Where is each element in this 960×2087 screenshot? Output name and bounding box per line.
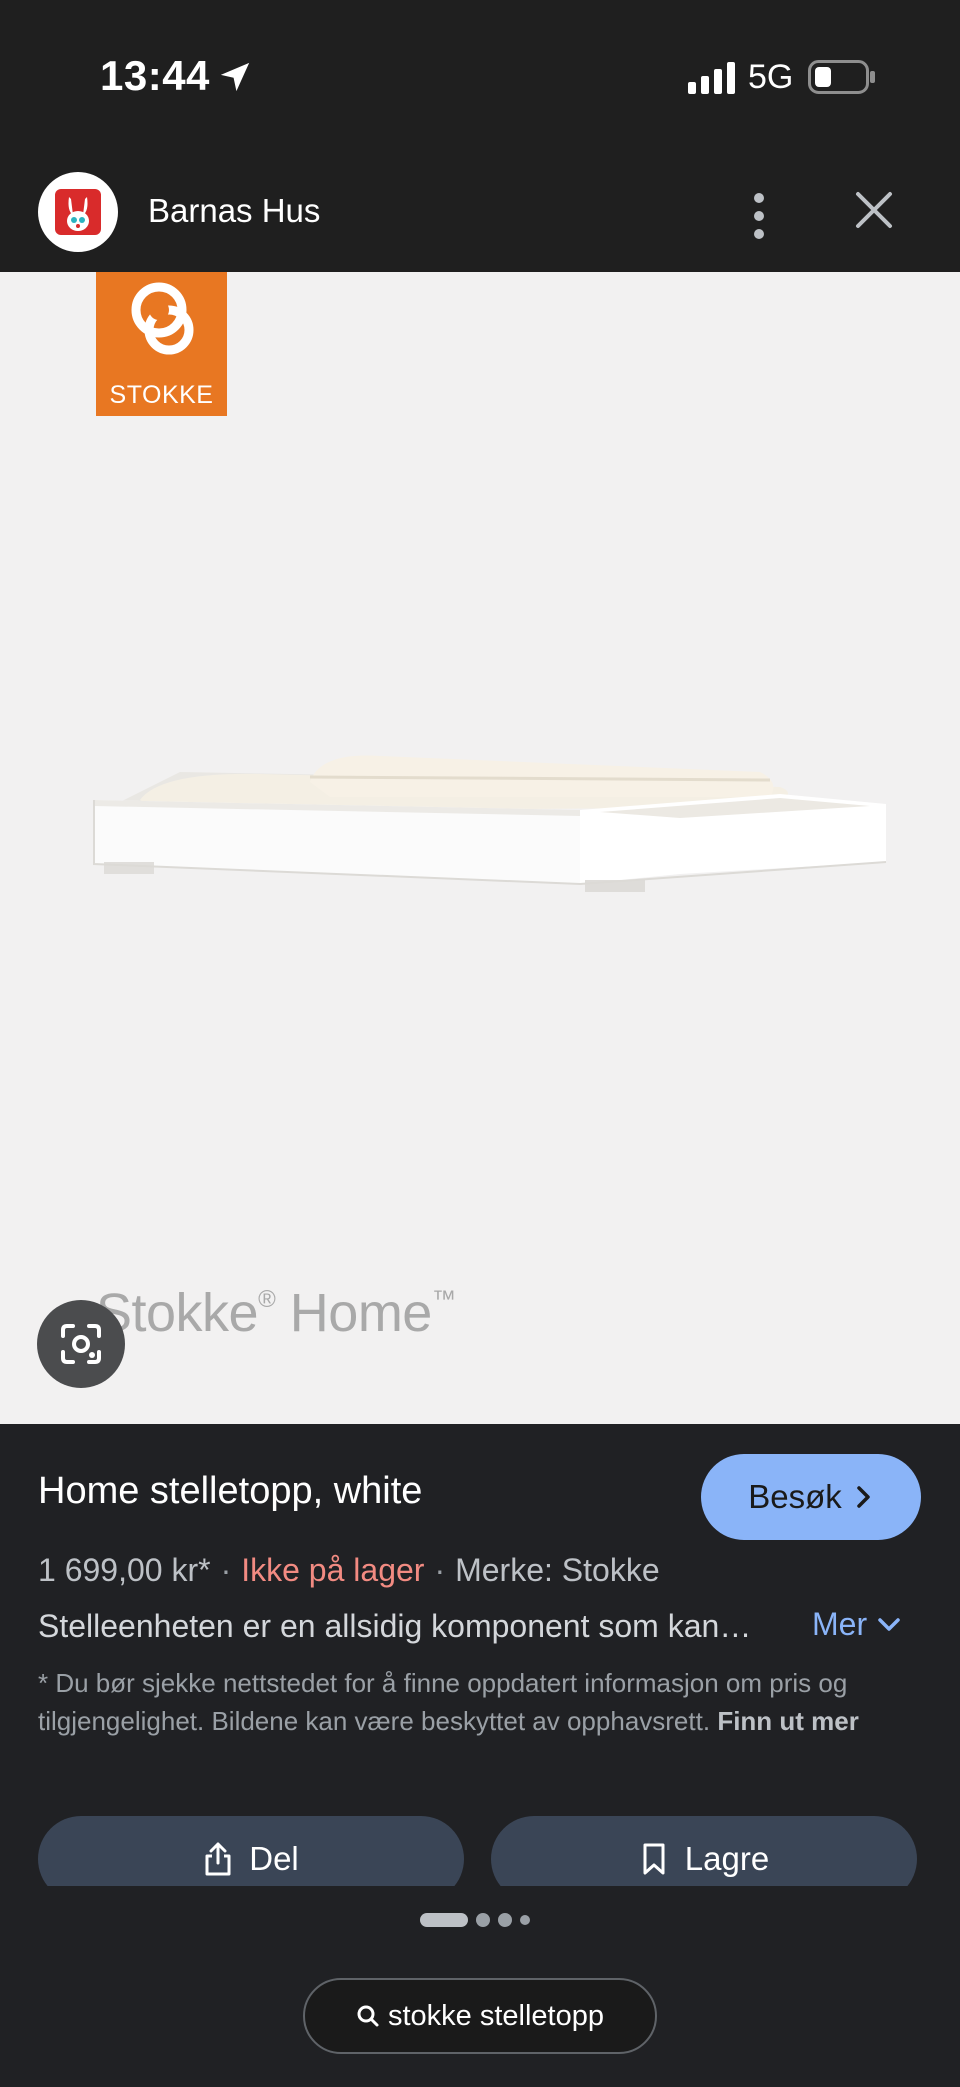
more-vertical-icon[interactable]: [742, 186, 776, 246]
watermark-trademark: ™: [431, 1286, 456, 1313]
changing-table-top-illustration: [93, 755, 887, 892]
status-time: 13:44: [100, 52, 210, 99]
product-price: 1 699,00 kr*: [38, 1552, 211, 1588]
app-bar: Barnas Hus: [0, 160, 960, 272]
pagination-dot[interactable]: [498, 1913, 512, 1927]
stokke-logo-text: STOKKE: [109, 381, 214, 409]
pagination-dot-active[interactable]: [420, 1913, 468, 1927]
status-bar: 13:44 5G: [0, 0, 960, 160]
separator-dot: ·: [220, 1552, 232, 1588]
product-title: Home stelletopp, white: [38, 1470, 423, 1512]
cellular-signal-icon: [688, 62, 735, 94]
pagination-dot[interactable]: [520, 1915, 530, 1925]
lens-search-icon: [61, 1324, 101, 1364]
barnas-hus-logo-icon: [55, 189, 101, 235]
battery-icon: [808, 60, 875, 94]
site-favicon: [38, 172, 118, 252]
google-lens-button[interactable]: [37, 1300, 125, 1388]
watermark-registered: ®: [258, 1286, 276, 1313]
image-pagination[interactable]: [420, 1912, 530, 1928]
share-button-label: Del: [249, 1840, 299, 1877]
site-name[interactable]: Barnas Hus: [148, 192, 320, 230]
product-watermark: Stokke® Home™: [96, 1282, 456, 1344]
location-arrow-icon: [220, 62, 250, 92]
product-description: Stelleenheten er en allsidig komponent s…: [38, 1608, 752, 1644]
more-button[interactable]: Mer: [812, 1606, 901, 1643]
product-brand: Merke: Stokke: [455, 1552, 660, 1588]
chevron-down-icon: [878, 1617, 900, 1631]
visit-button-label: Besøk: [748, 1478, 842, 1515]
product-image[interactable]: STOKKE Stokke® Home™: [0, 272, 960, 1424]
product-info-panel: Home stelletopp, white Besøk 1 699,00 kr…: [0, 1424, 960, 2087]
chevron-right-icon: [857, 1486, 870, 1508]
close-icon[interactable]: [852, 188, 896, 232]
more-button-label: Mer: [812, 1606, 868, 1642]
stock-status: Ikke på lager: [241, 1552, 425, 1588]
pagination-dot[interactable]: [476, 1913, 490, 1927]
learn-more-link[interactable]: Finn ut mer: [717, 1706, 859, 1736]
watermark-product: Home: [289, 1283, 433, 1343]
search-query-chip[interactable]: stokke stelletopp: [303, 1978, 657, 2054]
share-icon: [205, 1842, 231, 1876]
bookmark-icon: [643, 1843, 665, 1875]
search-icon: [357, 2005, 379, 2027]
search-query-text: stokke stelletopp: [387, 1999, 604, 2032]
network-type: 5G: [748, 58, 794, 96]
product-meta: 1 699,00 kr* · Ikke på lager · Merke: Stokke: [38, 1552, 660, 1589]
save-button-label: Lagre: [684, 1840, 770, 1877]
separator-dot: ·: [434, 1552, 446, 1588]
disclaimer: * Du bør sjekke nettstedet for å finne o…: [38, 1664, 918, 1740]
stokke-emblem-icon: [131, 282, 194, 355]
stokke-brand-logo: STOKKE: [96, 272, 227, 416]
visit-button[interactable]: Besøk: [701, 1454, 921, 1540]
